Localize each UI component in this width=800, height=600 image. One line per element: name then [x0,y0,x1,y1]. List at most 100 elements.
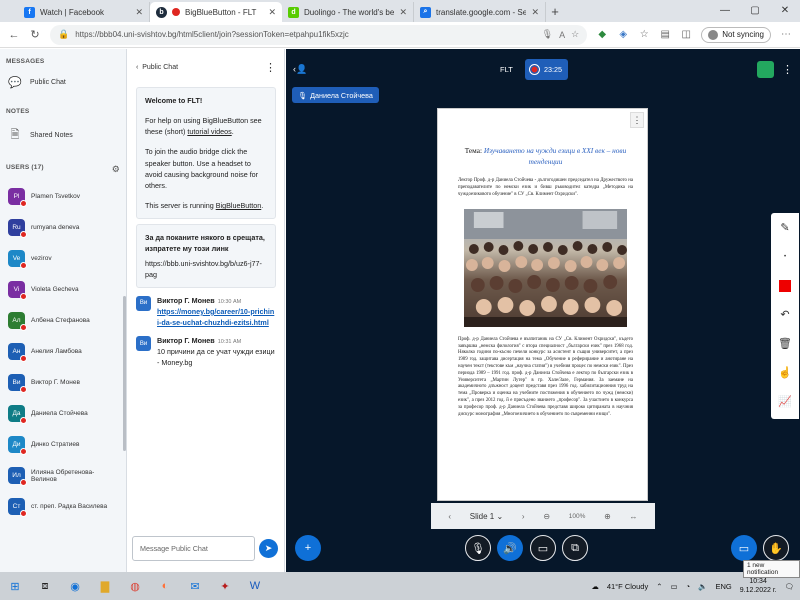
new-tab-button[interactable]: + [546,2,564,22]
next-slide-button[interactable]: › [522,512,525,521]
zoom-level: 100% [568,512,586,520]
tab-translate-search[interactable]: ⌕ translate.google.com - Search ✕ [414,2,546,22]
lock-icon[interactable]: 🔒 [58,29,69,40]
battery-icon[interactable]: ▭ [671,582,678,591]
message-text[interactable]: https://money.bg/career/10-prichini-da-s… [157,307,276,329]
connection-status-icon[interactable] [757,61,774,78]
user-list-item[interactable]: Да Даниела Стойчева [0,398,126,429]
user-list-item[interactable]: Pl Plamen Tsvetkov [0,181,126,212]
trash-icon[interactable]: 🗑 [771,329,799,358]
chat-message-input[interactable]: Message Public Chat [132,536,255,561]
more-options-icon[interactable]: ⋯ [780,29,792,40]
slide-select[interactable]: Slide 1 ⌄ [470,512,503,521]
collections-icon[interactable]: ▤ [659,29,671,40]
undo-icon[interactable]: ↶ [771,300,799,329]
game-icon[interactable]: ✦ [216,577,234,595]
microphone-icon: 🎙 [298,90,308,100]
close-icon[interactable]: ✕ [268,7,276,18]
close-window-button[interactable]: ✕ [770,0,800,22]
notification-icon[interactable]: 🗨 [784,582,794,591]
volume-icon[interactable]: 🔈 [698,582,707,591]
welcome-help-period: . [231,127,234,137]
favorite-icon[interactable]: ☆ [571,29,579,40]
pencil-icon[interactable]: ✎ [771,213,799,242]
tab-duolingo[interactable]: d Duolingo - The world's best way ✕ [282,2,414,22]
user-list-item[interactable]: Ви Виктор Г. Монев [0,367,126,398]
shared-notes-item[interactable]: 🗎 Shared Notes [0,119,126,152]
line-thickness-icon[interactable]: • [771,242,799,271]
actions-button[interactable]: + [295,535,321,561]
weather-icon[interactable]: ☁ [591,582,599,591]
fit-to-width-icon[interactable]: ↔ [630,512,638,521]
user-list-item[interactable]: Vi Violeta Gecheva [0,274,126,305]
tutorial-videos-link[interactable]: tutorial videos [187,127,231,136]
minimize-presentation-button[interactable]: ▭ [731,535,757,561]
favorites-icon[interactable]: ☆ [638,29,650,40]
tab-bigbluebutton[interactable]: b BigBlueButton - FLT ✕ [150,2,282,22]
color-picker[interactable] [771,271,799,300]
bigbluebutton-icon: b [156,6,167,18]
zoom-in-button[interactable]: ⊕ [604,512,611,521]
multi-user-whiteboard-icon[interactable]: ☝ [771,358,799,387]
weather-text[interactable]: 41°F Cloudy [607,582,648,591]
options-menu-icon[interactable]: ⋮ [782,63,793,76]
recording-indicator[interactable]: 23:25 [525,59,568,80]
muted-microphone-icon [20,200,27,207]
toggle-user-list-icon[interactable]: ‹👤 [293,64,307,75]
user-list-item[interactable]: Ал Албена Стефанова [0,305,126,336]
mute-microphone-button[interactable]: 🎙 [465,535,491,561]
microphone-icon[interactable]: 🎙 [542,29,553,40]
user-list-item[interactable]: Ан Анелия Ламбова [0,336,126,367]
public-chat-item[interactable]: 💬 Public Chat [0,69,126,96]
maximize-button[interactable]: ▢ [740,0,770,22]
send-message-button[interactable]: ➤ [259,539,278,558]
extension-icon[interactable]: ◆ [596,29,608,40]
share-screen-button[interactable]: ⧉ [562,535,588,561]
back-button[interactable]: ← [8,29,20,41]
chat-back-button[interactable]: ‹ Public Chat [136,64,178,71]
task-view-icon[interactable]: ⧈ [36,577,54,595]
user-list-item[interactable]: Ст ст. преп. Радка Василева [0,491,126,522]
close-icon[interactable]: ✕ [531,7,539,18]
chat-options-icon[interactable]: ⋮ [265,61,276,74]
chart-icon[interactable]: 📈 [771,387,799,416]
user-list-item[interactable]: Ve vezirov [0,243,126,274]
chat-message: Ви Виктор Г. Монев 10:30 AM https://money.b… [136,295,276,329]
edge-browser-icon[interactable]: ◉ [66,577,84,595]
close-icon[interactable]: ✕ [399,7,407,18]
invite-link[interactable]: https://bbb.uni-svishtov.bg/b/uz6-j77-pa… [145,258,267,280]
chrome-icon[interactable]: ◍ [126,577,144,595]
share-webcam-button[interactable]: ▭ [530,535,556,561]
tab-facebook[interactable]: f Watch | Facebook ✕ [18,2,150,22]
previous-slide-button[interactable]: ‹ [448,512,451,521]
user-list-item[interactable]: Ди Динко Стратиев [0,429,126,460]
read-aloud-icon[interactable]: A [559,30,565,40]
bigbluebutton-app: MESSAGES 💬 Public Chat NOTES 🗎 Shared No… [0,49,800,572]
mail-icon[interactable]: ✉ [186,577,204,595]
word-icon[interactable]: W [246,577,264,595]
raise-hand-button[interactable]: ✋ [763,535,789,561]
bigbluebutton-link[interactable]: BigBlueButton [216,201,262,210]
extension-shield-icon[interactable]: ◈ [617,29,629,40]
minimize-button[interactable]: — [710,0,740,22]
user-list-item[interactable]: Ил Илияна Обретенова-Велинов [0,460,126,491]
url-field[interactable]: 🔒 https://bbb04.uni-svishtov.bg/html5cli… [50,24,588,45]
slide-options-button[interactable]: ⋮ [630,112,644,128]
user-list-scrollbar[interactable] [123,296,126,451]
user-list-item[interactable]: Ru rumyana deneva [0,212,126,243]
close-icon[interactable]: ✕ [135,7,143,18]
zoom-out-button[interactable]: ⊖ [543,512,550,521]
leave-audio-button[interactable]: 🔊 [497,535,523,561]
clock[interactable]: 10:34 9.12.2022 г. [740,577,777,595]
language-indicator[interactable]: ENG [715,582,731,591]
show-hidden-icons[interactable]: ⌃ [656,582,662,591]
windows-start-icon[interactable]: ⊞ [6,577,24,595]
network-icon[interactable]: ◔ [686,582,691,591]
notification-tooltip: 1 new notification [743,560,800,578]
refresh-button[interactable]: ↻ [29,28,41,41]
file-explorer-icon[interactable]: ▇ [96,577,114,595]
profile-sync-button[interactable]: Not syncing [701,26,771,43]
firefox-icon[interactable]: ◐ [156,577,174,595]
gear-icon[interactable]: ⚙ [112,164,120,175]
split-screen-icon[interactable]: ◫ [680,29,692,40]
